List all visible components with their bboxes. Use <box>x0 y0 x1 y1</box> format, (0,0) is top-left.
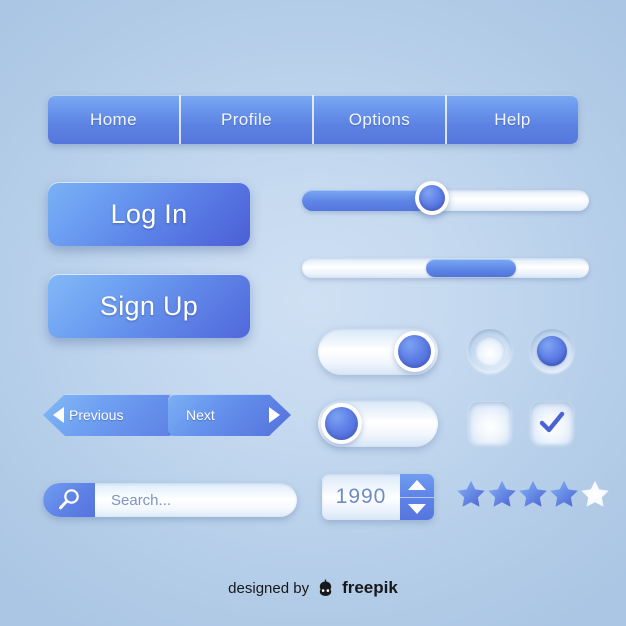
caret-down-icon <box>408 503 426 514</box>
search-icon <box>59 489 79 510</box>
next-button[interactable]: Next <box>168 394 291 436</box>
radio-button-unselected[interactable] <box>468 329 512 373</box>
star-icon-filled[interactable] <box>518 479 548 508</box>
search-button[interactable] <box>43 483 95 517</box>
search-bar[interactable]: Search... <box>43 483 297 517</box>
radio-inner-dot <box>537 336 567 366</box>
caret-up-icon <box>408 480 426 491</box>
nav-item-label: Options <box>348 109 411 129</box>
star-icon-empty[interactable] <box>580 479 610 508</box>
footer-attribution: designed by freepik <box>0 578 626 598</box>
radio-button-selected[interactable] <box>530 329 574 373</box>
triangle-right-icon <box>269 407 280 423</box>
stepper-arrows <box>400 474 434 520</box>
next-button-label: Next <box>186 407 215 423</box>
footer-prefix: designed by <box>228 579 310 597</box>
toggle-switch-off[interactable] <box>318 400 438 447</box>
login-button[interactable]: Log In <box>48 182 250 246</box>
nav-item-options[interactable]: Options <box>312 95 445 144</box>
toggle-switch-on[interactable] <box>318 328 438 375</box>
star-icon-filled[interactable] <box>456 479 486 508</box>
nav-item-label: Home <box>90 109 137 129</box>
scrollbar-track[interactable] <box>302 258 589 278</box>
stepper-increment-button[interactable] <box>400 474 434 497</box>
previous-button-label: Previous <box>69 407 124 423</box>
footer-brand: freepik <box>342 578 398 597</box>
stepper-decrement-button[interactable] <box>400 496 434 521</box>
freepik-logo-icon <box>319 579 332 596</box>
radio-inner-dot <box>475 336 505 366</box>
signup-button-label: Sign Up <box>99 290 199 321</box>
toggle-knob[interactable] <box>394 331 435 372</box>
search-input[interactable]: Search... <box>95 492 171 509</box>
triangle-left-icon <box>53 407 64 423</box>
nav-item-label: Help <box>494 109 531 129</box>
check-icon <box>539 411 565 433</box>
star-icon-filled[interactable] <box>549 479 579 508</box>
login-button-label: Log In <box>110 198 188 229</box>
star-icon-filled[interactable] <box>487 479 517 508</box>
navigation-bar: Home Profile Options Help <box>48 95 578 144</box>
nav-item-label: Profile <box>221 109 272 129</box>
star-rating[interactable] <box>456 479 610 508</box>
signup-button[interactable]: Sign Up <box>48 274 250 338</box>
checkbox-checked[interactable] <box>531 402 573 444</box>
nav-item-home[interactable]: Home <box>48 95 179 144</box>
stepper-value[interactable]: 1990 <box>322 474 400 520</box>
ui-kit-canvas: Home Profile Options Help Log In Sign Up <box>0 0 626 626</box>
nav-item-help[interactable]: Help <box>445 95 578 144</box>
previous-button[interactable]: Previous <box>43 394 174 436</box>
range-slider-knob[interactable] <box>415 181 449 215</box>
number-stepper[interactable]: 1990 <box>322 474 434 520</box>
scrollbar-thumb[interactable] <box>426 259 516 277</box>
toggle-knob[interactable] <box>321 403 362 444</box>
nav-item-profile[interactable]: Profile <box>179 95 312 144</box>
checkbox-unchecked[interactable] <box>469 402 511 444</box>
